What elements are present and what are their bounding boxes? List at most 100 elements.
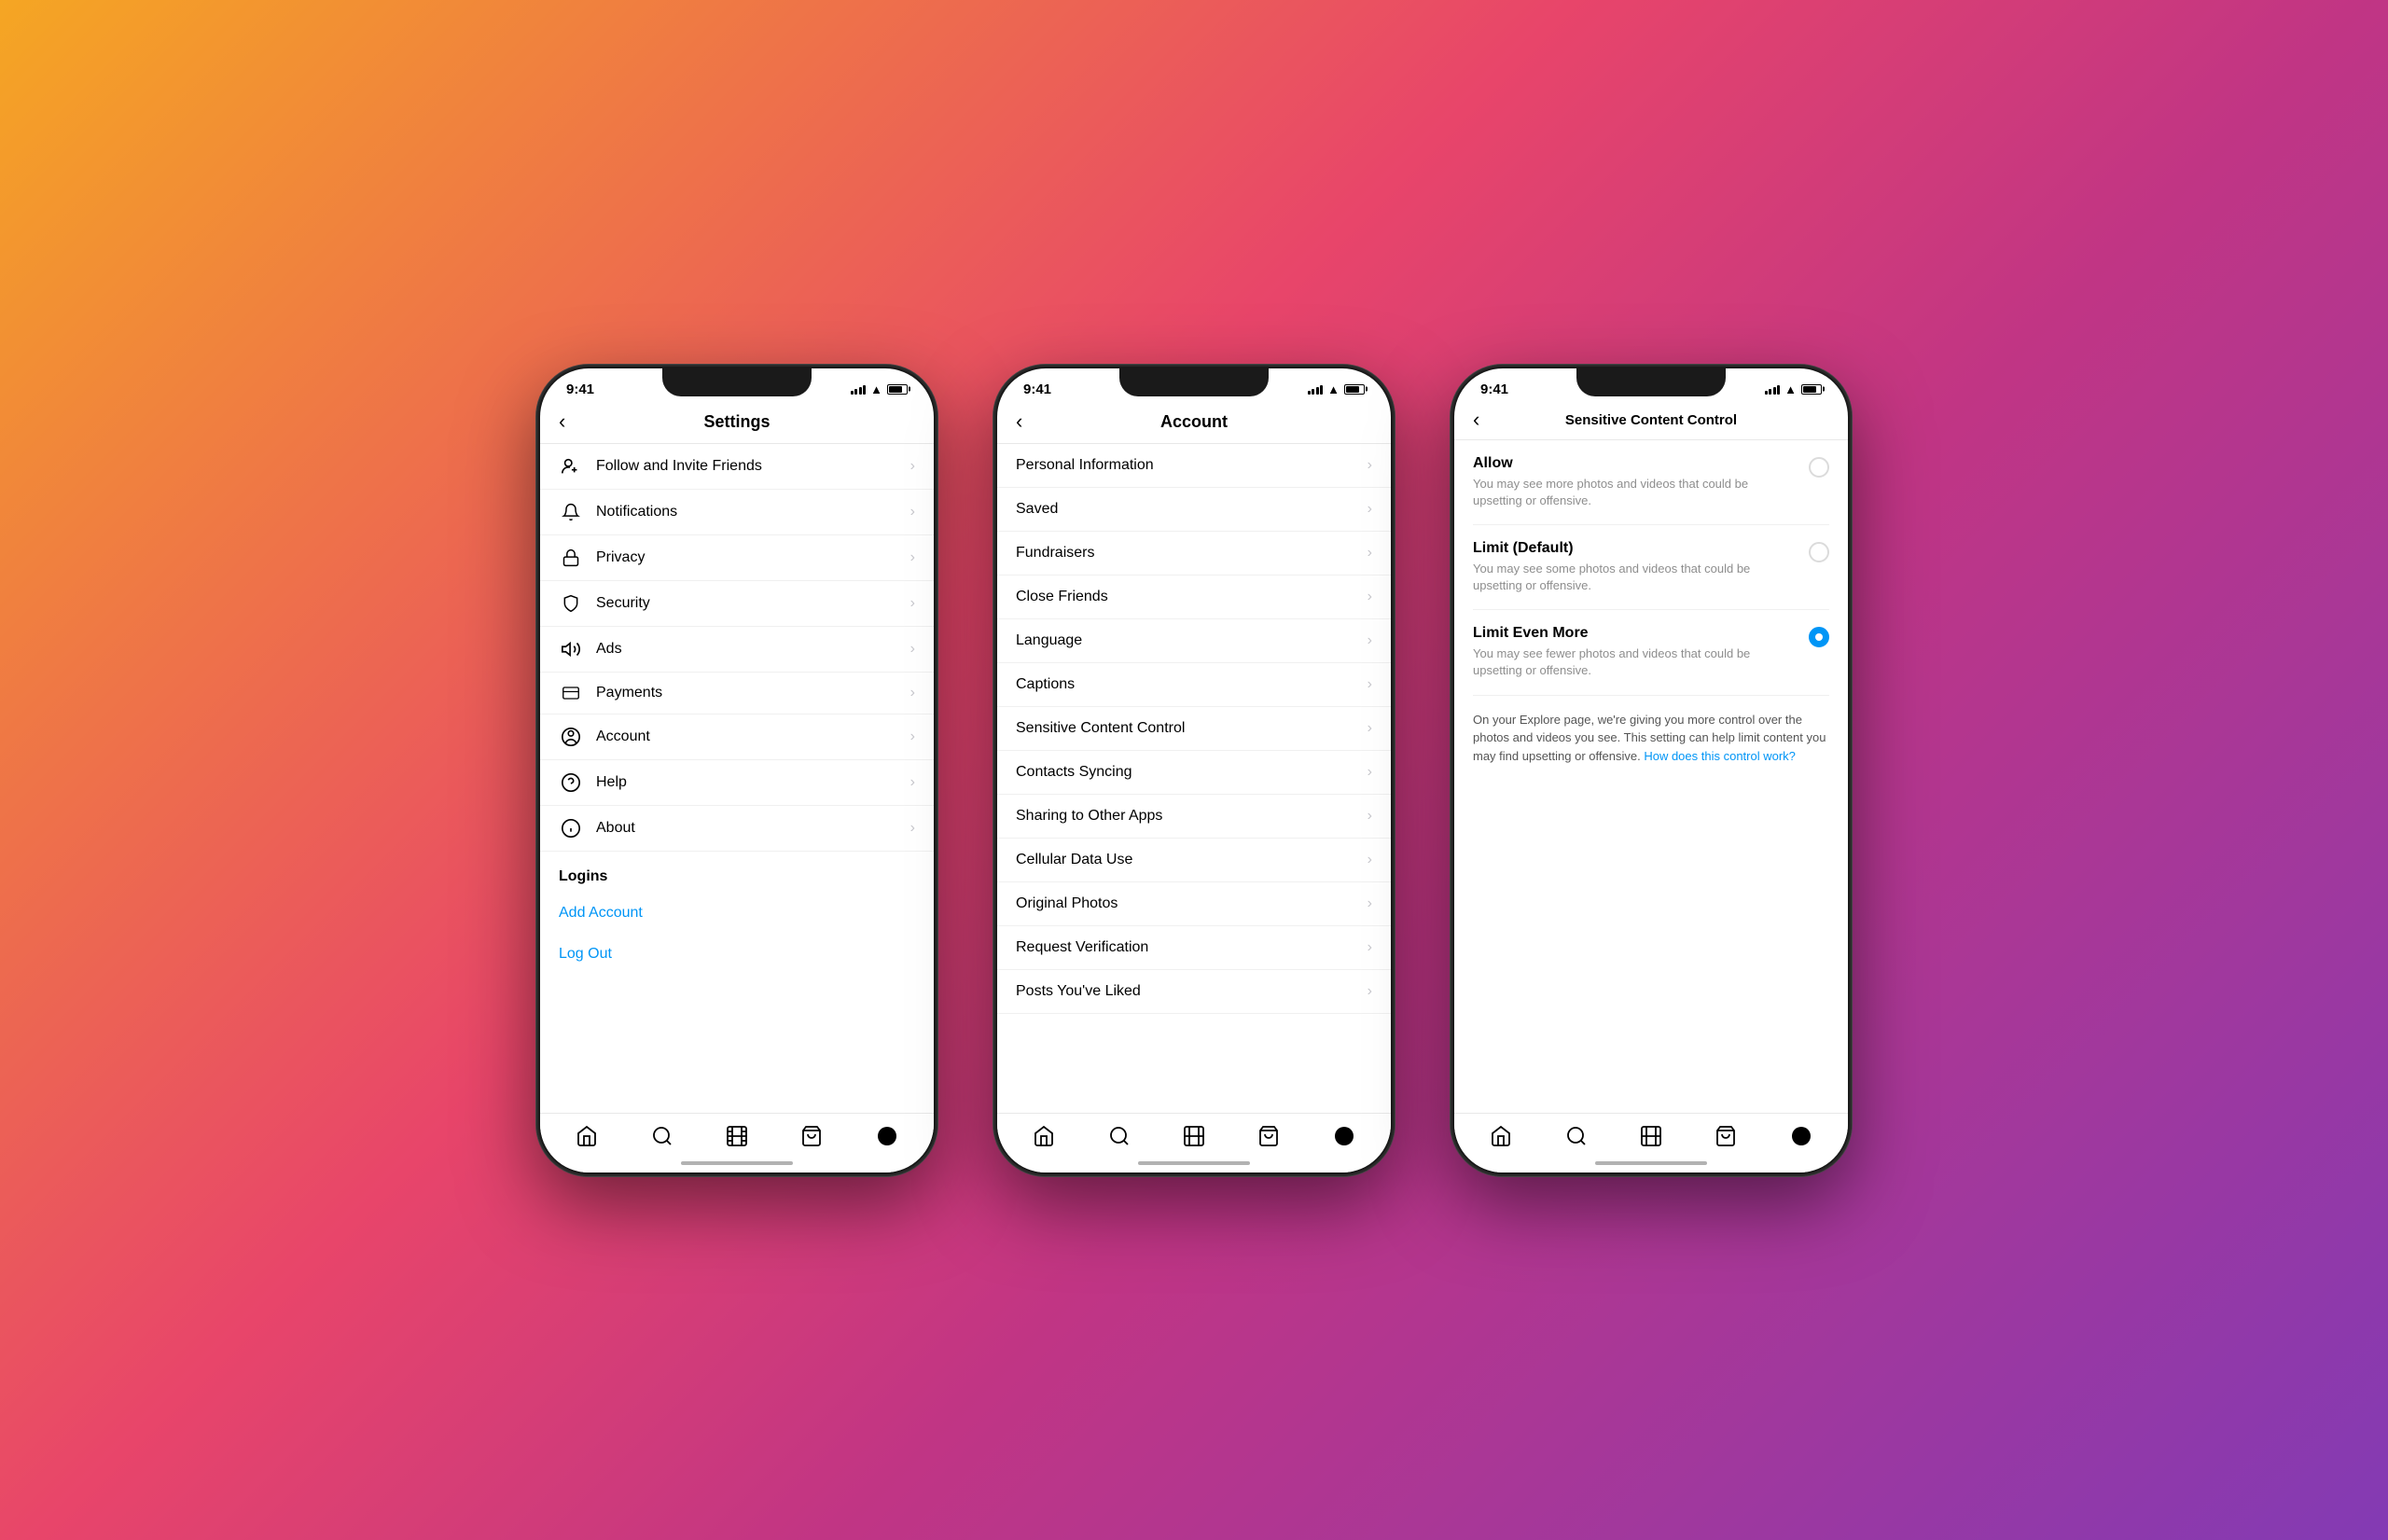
help-label: Help: [596, 774, 910, 791]
sharing-other-apps-label: Sharing to Other Apps: [1016, 808, 1368, 825]
chevron-icon: ›: [1368, 676, 1372, 693]
wifi-icon: ▲: [1327, 382, 1340, 396]
settings-payments[interactable]: Payments ›: [540, 673, 934, 715]
chevron-icon: ›: [1368, 720, 1372, 737]
captions-label: Captions: [1016, 676, 1368, 693]
account-posts-liked[interactable]: Posts You've Liked ›: [997, 970, 1391, 1014]
nav-header: ‹ Settings: [540, 403, 934, 444]
screen-title: Sensitive Content Control: [1565, 412, 1737, 428]
account-personal-info[interactable]: Personal Information ›: [997, 444, 1391, 488]
account-sensitive-content[interactable]: Sensitive Content Control ›: [997, 707, 1391, 751]
back-button[interactable]: ‹: [1016, 409, 1022, 434]
battery-icon: [887, 384, 908, 395]
ads-label: Ads: [596, 641, 910, 658]
scc-info-link[interactable]: How does this control work?: [1644, 749, 1796, 763]
tab-home[interactable]: [576, 1125, 598, 1154]
status-icons: ▲: [1765, 382, 1822, 396]
settings-help[interactable]: Help ›: [540, 760, 934, 806]
notifications-icon: [559, 502, 583, 522]
settings-ads[interactable]: Ads ›: [540, 627, 934, 673]
scc-content: Allow You may see more photos and videos…: [1454, 440, 1848, 1113]
scc-limit-more-desc: You may see fewer photos and videos that…: [1473, 645, 1798, 679]
account-original-photos[interactable]: Original Photos ›: [997, 882, 1391, 926]
logins-section-header: Logins: [540, 852, 934, 893]
settings-follow-friends[interactable]: Follow and Invite Friends ›: [540, 444, 934, 490]
account-cellular-data[interactable]: Cellular Data Use ›: [997, 839, 1391, 882]
security-label: Security: [596, 595, 910, 612]
time: 9:41: [1480, 382, 1508, 397]
scc-option-limit-more[interactable]: Limit Even More You may see fewer photos…: [1473, 610, 1829, 695]
tab-reels[interactable]: [1183, 1125, 1205, 1154]
tab-profile[interactable]: [1790, 1125, 1812, 1154]
scc-limit-more-radio[interactable]: [1809, 627, 1829, 647]
home-indicator: [1595, 1161, 1707, 1165]
tab-shop[interactable]: [1715, 1125, 1737, 1154]
account-captions[interactable]: Captions ›: [997, 663, 1391, 707]
scc-limit-radio[interactable]: [1809, 542, 1829, 562]
account-saved[interactable]: Saved ›: [997, 488, 1391, 532]
account-label: Account: [596, 728, 910, 745]
scc-allow-radio[interactable]: [1809, 457, 1829, 478]
screen-title: Account: [1160, 412, 1228, 432]
log-out-button[interactable]: Log Out: [540, 934, 934, 975]
scc-limit-more-title: Limit Even More: [1473, 625, 1798, 642]
original-photos-label: Original Photos: [1016, 895, 1368, 912]
home-indicator: [681, 1161, 793, 1165]
about-icon: [559, 818, 583, 839]
settings-account[interactable]: Account ›: [540, 715, 934, 760]
notifications-label: Notifications: [596, 504, 910, 520]
help-icon: [559, 772, 583, 793]
tab-home[interactable]: [1490, 1125, 1512, 1154]
tab-reels[interactable]: [726, 1125, 748, 1154]
about-label: About: [596, 820, 910, 837]
tab-reels[interactable]: [1640, 1125, 1662, 1154]
personal-info-label: Personal Information: [1016, 457, 1368, 474]
account-close-friends[interactable]: Close Friends ›: [997, 576, 1391, 619]
account-language[interactable]: Language ›: [997, 619, 1391, 663]
tab-home[interactable]: [1033, 1125, 1055, 1154]
tab-shop[interactable]: [800, 1125, 823, 1154]
battery-icon: [1801, 384, 1822, 395]
back-button[interactable]: ‹: [559, 409, 565, 434]
tab-search[interactable]: [1108, 1125, 1131, 1154]
battery-icon: [1344, 384, 1365, 395]
security-icon: [559, 593, 583, 614]
chevron-icon: ›: [1368, 501, 1372, 518]
scc-option-limit[interactable]: Limit (Default) You may see some photos …: [1473, 525, 1829, 610]
chevron-icon: ›: [910, 549, 915, 566]
account-sharing-other-apps[interactable]: Sharing to Other Apps ›: [997, 795, 1391, 839]
account-request-verification[interactable]: Request Verification ›: [997, 926, 1391, 970]
chevron-icon: ›: [1368, 983, 1372, 1000]
wifi-icon: ▲: [1784, 382, 1797, 396]
time: 9:41: [566, 382, 594, 397]
account-fundraisers[interactable]: Fundraisers ›: [997, 532, 1391, 576]
scc-limit-title: Limit (Default): [1473, 540, 1798, 557]
settings-privacy[interactable]: Privacy ›: [540, 535, 934, 581]
payments-label: Payments: [596, 685, 910, 701]
add-account-button[interactable]: Add Account: [540, 893, 934, 934]
posts-liked-label: Posts You've Liked: [1016, 983, 1368, 1000]
tab-search[interactable]: [1565, 1125, 1588, 1154]
nav-header: ‹ Sensitive Content Control: [1454, 403, 1848, 440]
chevron-icon: ›: [910, 595, 915, 612]
settings-about[interactable]: About ›: [540, 806, 934, 852]
tab-shop[interactable]: [1257, 1125, 1280, 1154]
scc-option-allow[interactable]: Allow You may see more photos and videos…: [1473, 440, 1829, 525]
follow-friends-label: Follow and Invite Friends: [596, 458, 910, 475]
tab-profile[interactable]: [1333, 1125, 1355, 1154]
notch: [662, 368, 812, 396]
add-account-label: Add Account: [559, 905, 915, 922]
settings-notifications[interactable]: Notifications ›: [540, 490, 934, 535]
signal-icon: [851, 383, 867, 395]
chevron-icon: ›: [1368, 939, 1372, 956]
back-button[interactable]: ‹: [1473, 408, 1479, 432]
scc-limit-desc: You may see some photos and videos that …: [1473, 561, 1798, 594]
account-contacts-syncing[interactable]: Contacts Syncing ›: [997, 751, 1391, 795]
tab-profile[interactable]: [876, 1125, 898, 1154]
chevron-icon: ›: [910, 641, 915, 658]
settings-list: Follow and Invite Friends › Notification…: [540, 444, 934, 1113]
settings-security[interactable]: Security ›: [540, 581, 934, 627]
tab-search[interactable]: [651, 1125, 673, 1154]
chevron-icon: ›: [910, 820, 915, 837]
chevron-icon: ›: [910, 458, 915, 475]
